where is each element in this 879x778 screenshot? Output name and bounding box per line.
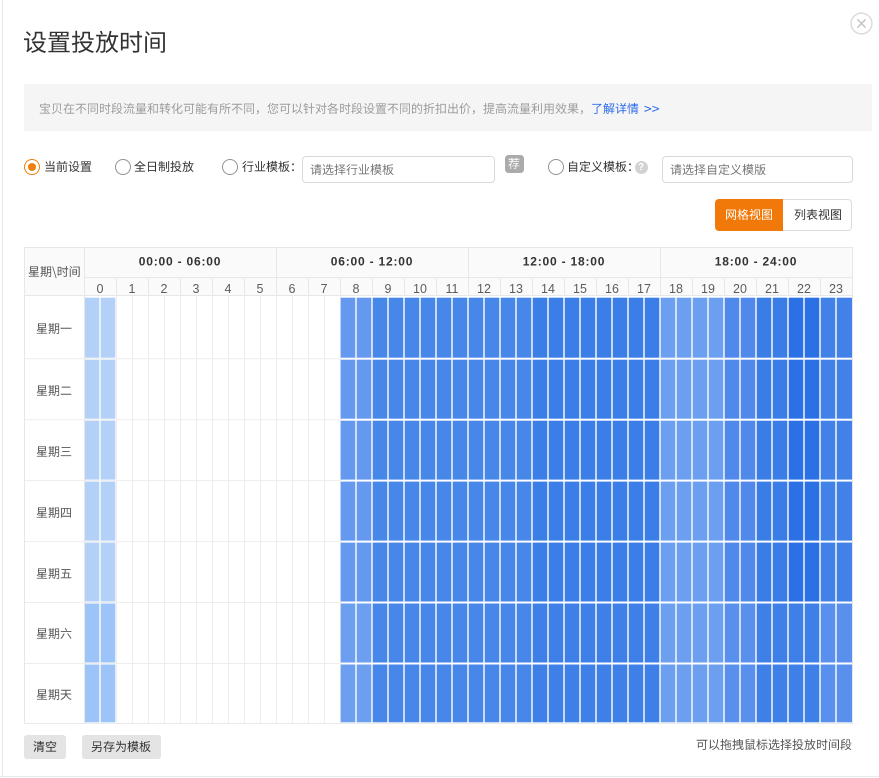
svg-text:20: 20 xyxy=(733,282,747,296)
svg-text:2: 2 xyxy=(161,282,168,296)
svg-text:8: 8 xyxy=(353,282,360,296)
svg-text:6: 6 xyxy=(289,282,296,296)
svg-text:22: 22 xyxy=(797,282,811,296)
svg-text:0: 0 xyxy=(97,282,104,296)
svg-text:16: 16 xyxy=(605,282,619,296)
svg-text:18: 18 xyxy=(669,282,683,296)
svg-text:13: 13 xyxy=(509,282,523,296)
svg-text:7: 7 xyxy=(321,282,328,296)
svg-text:19: 19 xyxy=(701,282,715,296)
svg-text:10: 10 xyxy=(413,282,427,296)
svg-text:12: 12 xyxy=(477,282,491,296)
svg-text:15: 15 xyxy=(573,282,587,296)
svg-text:23: 23 xyxy=(829,282,843,296)
svg-text:14: 14 xyxy=(541,282,555,296)
svg-text:12:00 - 18:00: 12:00 - 18:00 xyxy=(523,255,605,269)
svg-text:06:00 - 12:00: 06:00 - 12:00 xyxy=(331,255,413,269)
svg-text:9: 9 xyxy=(385,282,392,296)
svg-text:17: 17 xyxy=(637,282,651,296)
svg-text:3: 3 xyxy=(193,282,200,296)
svg-text:11: 11 xyxy=(446,282,459,296)
svg-text:1: 1 xyxy=(129,282,136,296)
svg-text:21: 21 xyxy=(765,282,779,296)
svg-text:00:00 - 06:00: 00:00 - 06:00 xyxy=(139,255,221,269)
svg-text:4: 4 xyxy=(225,282,232,296)
svg-text:5: 5 xyxy=(257,282,264,296)
svg-text:18:00 - 24:00: 18:00 - 24:00 xyxy=(715,255,797,269)
